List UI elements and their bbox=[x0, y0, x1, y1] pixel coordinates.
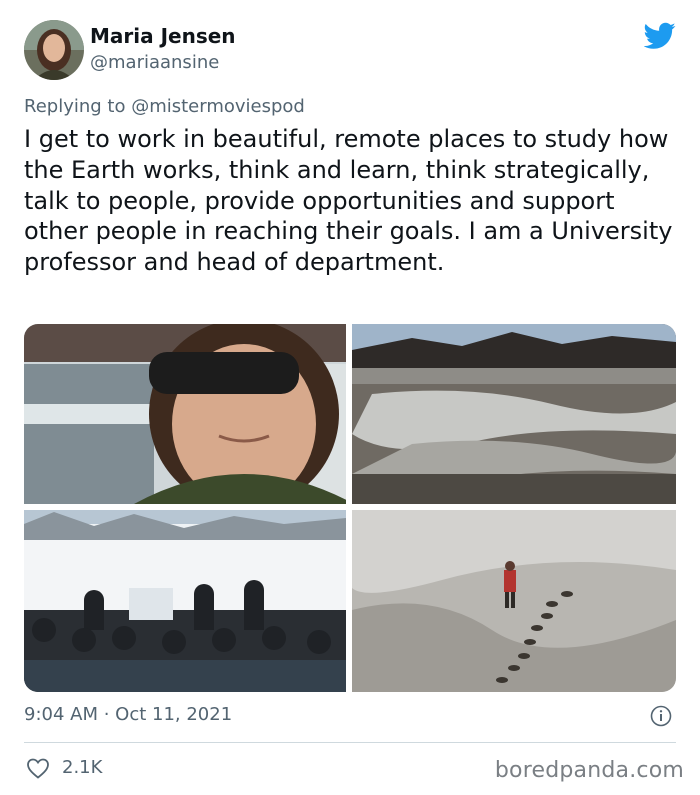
divider bbox=[24, 742, 676, 743]
photo-selfie[interactable] bbox=[24, 324, 346, 504]
heart-icon[interactable] bbox=[26, 757, 50, 779]
watermark: boredpanda.com bbox=[494, 758, 684, 783]
tweet-header: Maria Jensen @mariaansine bbox=[24, 20, 676, 80]
author-name[interactable]: Maria Jensen bbox=[90, 24, 236, 48]
info-icon[interactable] bbox=[650, 705, 672, 727]
twitter-bird-icon[interactable] bbox=[643, 22, 676, 50]
photo-group-snow[interactable] bbox=[24, 510, 346, 692]
media-grid bbox=[24, 324, 676, 692]
photo-mudflat-walker[interactable] bbox=[352, 510, 676, 692]
like-count[interactable]: 2.1K bbox=[62, 757, 102, 778]
photo-landscape[interactable] bbox=[352, 324, 676, 504]
reply-context[interactable]: Replying to @mistermoviespod bbox=[24, 96, 305, 117]
avatar[interactable] bbox=[24, 20, 84, 80]
tweet-timestamp[interactable]: 9:04 AM · Oct 11, 2021 bbox=[24, 704, 232, 725]
tweet-text: I get to work in beautiful, remote place… bbox=[24, 125, 673, 277]
author-handle[interactable]: @mariaansine bbox=[90, 52, 219, 73]
